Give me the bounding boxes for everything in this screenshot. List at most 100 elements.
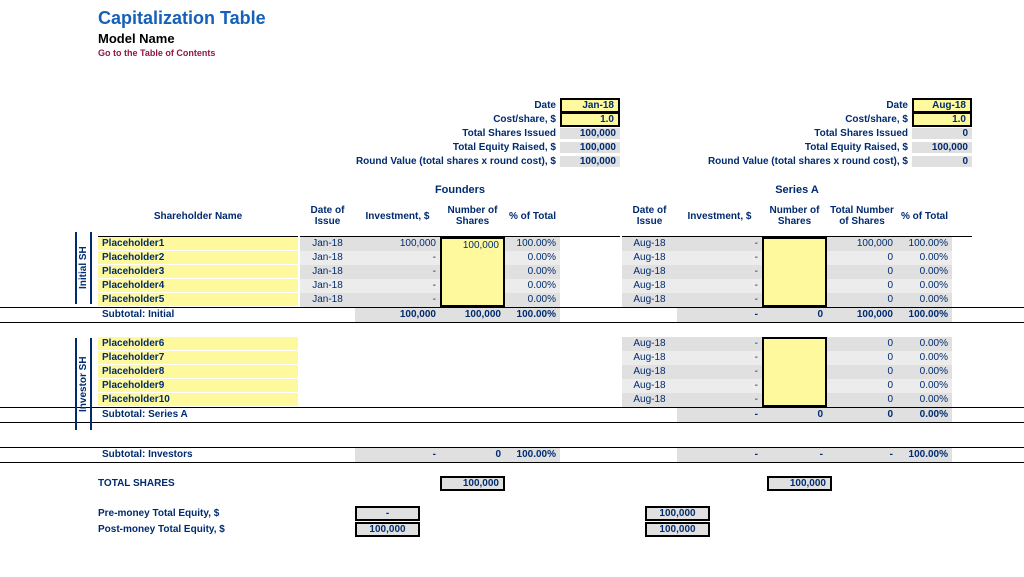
num-shares-input[interactable]	[762, 279, 827, 293]
shares-label: Total Shares Issued	[462, 128, 560, 139]
pct-cell: 0.00%	[897, 265, 952, 279]
total-shares-cell: 0	[827, 251, 897, 265]
date-cell: Jan-18	[300, 279, 355, 293]
pct-cell: 0.00%	[505, 293, 560, 307]
shareholder-name[interactable]: Placeholder6	[98, 337, 298, 351]
sub-inv-s-tot: -	[827, 448, 897, 462]
num-shares-input[interactable]	[762, 393, 827, 407]
num-shares-input[interactable]	[762, 351, 827, 365]
pct-cell: 0.00%	[505, 265, 560, 279]
num-shares-input[interactable]	[762, 337, 827, 351]
total-shares-cell: 0	[827, 337, 897, 351]
sub-inv-f-num: 0	[440, 448, 505, 462]
shareholder-name[interactable]: Placeholder1	[98, 237, 298, 251]
pct-cell: 0.00%	[897, 365, 952, 379]
num-shares-input[interactable]: 100,000	[440, 237, 505, 251]
inv-cell: -	[677, 337, 762, 351]
total-shares-cell: 0	[827, 379, 897, 393]
sub-initial-s-pct: 100.00%	[897, 308, 952, 322]
pre-money-founders: -	[355, 506, 420, 521]
col-inv: Investment, $	[677, 196, 762, 236]
num-shares-input[interactable]	[762, 379, 827, 393]
shareholder-name[interactable]: Placeholder3	[98, 265, 298, 279]
shareholder-name[interactable]: Placeholder4	[98, 279, 298, 293]
total-shares-cell: 0	[827, 279, 897, 293]
date-cell: Aug-18	[622, 293, 677, 307]
num-shares-input[interactable]	[762, 237, 827, 251]
model-name: Model Name	[98, 31, 1024, 46]
pre-money-seriesa: 100,000	[645, 506, 710, 521]
equity-label: Total Equity Raised, $	[805, 142, 912, 153]
seriesa-shares: 0	[912, 128, 972, 139]
date-cell: Aug-18	[622, 251, 677, 265]
date-cell: Aug-18	[622, 265, 677, 279]
total-shares-seriesa: 100,000	[767, 476, 832, 491]
sub-inv-s-pct: 100.00%	[897, 448, 952, 462]
shareholder-name[interactable]: Placeholder7	[98, 351, 298, 365]
pct-cell: 0.00%	[897, 337, 952, 351]
founders-date[interactable]: Jan-18	[560, 98, 620, 113]
shareholder-name[interactable]: Placeholder2	[98, 251, 298, 265]
num-shares-input[interactable]	[440, 279, 505, 293]
date-cell: Jan-18	[300, 265, 355, 279]
inv-cell: -	[677, 365, 762, 379]
seriesa-summary: DateAug-18 Cost/share, $1.0 Total Shares…	[622, 98, 972, 168]
inv-cell: -	[677, 279, 762, 293]
founders-cost[interactable]: 1.0	[560, 112, 620, 127]
rv-label: Round Value (total shares x round cost),…	[708, 156, 912, 167]
sub-seriesa-inv: -	[677, 408, 762, 422]
investor-sh-label: Investor SH	[75, 338, 92, 430]
date-cell: Aug-18	[622, 237, 677, 251]
num-shares-input[interactable]	[762, 265, 827, 279]
num-shares-input[interactable]	[762, 293, 827, 307]
num-shares-input[interactable]	[762, 251, 827, 265]
date-cell: Aug-18	[622, 279, 677, 293]
seriesa-date[interactable]: Aug-18	[912, 98, 972, 113]
shareholder-name[interactable]: Placeholder8	[98, 365, 298, 379]
pct-cell: 100.00%	[897, 237, 952, 251]
col-date: Date of Issue	[622, 196, 677, 236]
sub-inv-f-inv: -	[355, 448, 440, 462]
inv-cell: -	[355, 265, 440, 279]
total-shares-cell: 0	[827, 365, 897, 379]
rv-label: Round Value (total shares x round cost),…	[356, 156, 560, 167]
num-shares-input[interactable]	[762, 365, 827, 379]
sub-seriesa-pct: 0.00%	[897, 408, 952, 422]
pct-cell: 0.00%	[897, 279, 952, 293]
equity-label: Total Equity Raised, $	[453, 142, 560, 153]
col-num: Number of Shares	[762, 196, 827, 236]
subtotal-initial-label: Subtotal: Initial	[98, 308, 298, 322]
date-cell: Jan-18	[300, 237, 355, 251]
pre-money-label: Pre-money Total Equity, $	[98, 508, 298, 519]
pct-cell: 0.00%	[505, 279, 560, 293]
initial-sh-label: Initial SH	[75, 232, 92, 304]
cost-label: Cost/share, $	[845, 114, 912, 125]
cost-label: Cost/share, $	[493, 114, 560, 125]
shares-label: Total Shares Issued	[814, 128, 912, 139]
date-cell: Aug-18	[622, 379, 677, 393]
inv-cell: -	[677, 379, 762, 393]
seriesa-cost[interactable]: 1.0	[912, 112, 972, 127]
sub-initial-f-inv: 100,000	[355, 308, 440, 322]
inv-cell: -	[677, 293, 762, 307]
date-cell: Jan-18	[300, 293, 355, 307]
num-shares-input[interactable]	[440, 265, 505, 279]
sub-initial-f-pct: 100.00%	[505, 308, 560, 322]
num-shares-input[interactable]	[440, 251, 505, 265]
toc-link[interactable]: Go to the Table of Contents	[98, 48, 1024, 58]
col-pct: % of Total	[505, 196, 560, 236]
shareholder-name[interactable]: Placeholder5	[98, 293, 298, 307]
pct-cell: 0.00%	[897, 393, 952, 407]
pct-cell: 0.00%	[897, 251, 952, 265]
pct-cell: 0.00%	[897, 351, 952, 365]
date-cell: Aug-18	[622, 337, 677, 351]
shareholder-name[interactable]: Placeholder10	[98, 393, 298, 407]
inv-cell: -	[677, 237, 762, 251]
total-shares-cell: 0	[827, 393, 897, 407]
num-shares-input[interactable]	[440, 293, 505, 307]
shareholder-name[interactable]: Placeholder9	[98, 379, 298, 393]
col-num: Number of Shares	[440, 196, 505, 236]
sub-inv-s-num: -	[762, 448, 827, 462]
sub-inv-s-inv: -	[677, 448, 762, 462]
inv-cell: -	[677, 265, 762, 279]
